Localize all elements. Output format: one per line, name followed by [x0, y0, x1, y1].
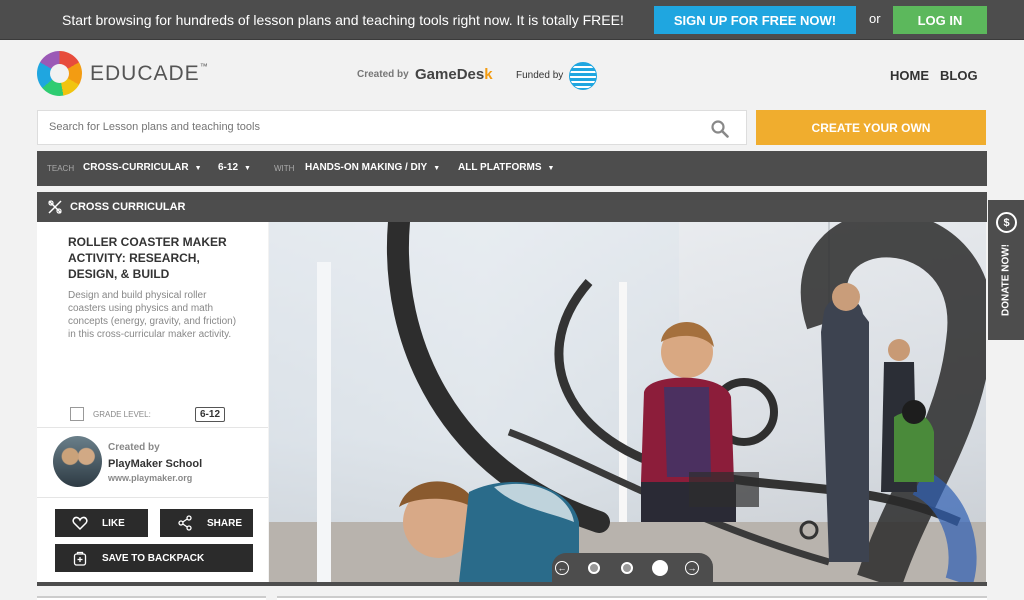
- filter-bar: TEACH CROSS-CURRICULAR ▼ 6-12 ▼ WITH HANDS…: [37, 151, 987, 186]
- promo-text: Start browsing for hundreds of lesson pl…: [62, 12, 624, 28]
- roller-coaster-illustration: [269, 222, 986, 582]
- next-row-card-left: [37, 596, 266, 600]
- created-by-label: Created by: [108, 442, 160, 453]
- teach-label: TEACH: [47, 164, 75, 173]
- att-globe-icon[interactable]: [569, 62, 597, 90]
- caret-down-icon: ▼: [547, 165, 555, 172]
- subject-dropdown[interactable]: CROSS-CURRICULAR ▼: [83, 162, 202, 173]
- carousel-nav: ← →: [552, 553, 713, 583]
- donate-icon: $: [996, 212, 1017, 233]
- search-input[interactable]: [49, 121, 689, 133]
- hero-image[interactable]: [269, 222, 986, 582]
- share-icon: [178, 515, 192, 531]
- divider: [37, 497, 268, 498]
- nav-home-link[interactable]: HOME: [890, 68, 929, 83]
- creator-avatar[interactable]: [53, 436, 102, 487]
- category-title: CROSS CURRICULAR: [70, 201, 186, 213]
- caret-down-icon: ▼: [244, 165, 251, 172]
- login-button[interactable]: LOG IN: [893, 6, 987, 34]
- heart-icon: [72, 516, 88, 531]
- hero-bottom-strip: [37, 582, 987, 586]
- carousel-dot-1[interactable]: [588, 562, 600, 574]
- donate-tab[interactable]: $ DONATE NOW!: [988, 200, 1024, 340]
- divider: [37, 427, 268, 428]
- grade-dropdown[interactable]: 6-12 ▼: [218, 162, 251, 173]
- nav-blog-link[interactable]: BLOG: [940, 68, 978, 83]
- creator-name[interactable]: PlayMaker School: [108, 458, 202, 470]
- caret-down-icon: ▼: [194, 165, 202, 172]
- lesson-card: ROLLER COASTER MAKER ACTIVITY: RESEARCH,…: [37, 222, 268, 582]
- grade-level-label: GRADE LEVEL:: [93, 410, 151, 419]
- search-icon[interactable]: [711, 120, 729, 138]
- backpack-icon: [73, 551, 87, 566]
- next-row-card-right: [277, 596, 987, 600]
- like-button[interactable]: LIKE: [55, 509, 148, 537]
- create-your-own-button[interactable]: CREATE YOUR OWN: [756, 110, 986, 145]
- donate-label: DONATE NOW!: [1000, 243, 1012, 317]
- share-button[interactable]: SHARE: [160, 509, 253, 537]
- creator-url[interactable]: www.playmaker.org: [108, 473, 192, 483]
- promo-bar: Start browsing for hundreds of lesson pl…: [0, 0, 1024, 40]
- promo-or-text: or: [869, 11, 881, 26]
- carousel-dot-2[interactable]: [621, 562, 633, 574]
- funded-by-label: Funded by: [516, 70, 564, 81]
- educade-logo-icon[interactable]: [37, 51, 82, 96]
- save-to-backpack-button[interactable]: SAVE TO BACKPACK: [55, 544, 253, 572]
- method-dropdown[interactable]: HANDS-ON MAKING / DIY ▼: [305, 162, 440, 173]
- carousel-dot-3-active[interactable]: [652, 560, 668, 576]
- signup-button[interactable]: SIGN UP FOR FREE NOW!: [654, 6, 856, 34]
- with-label: WITH: [274, 164, 295, 173]
- logo-text[interactable]: EDUCADE™: [90, 62, 209, 86]
- share-label: SHARE: [207, 517, 243, 529]
- created-by-label: Created by: [357, 69, 409, 80]
- category-bar: CROSS CURRICULAR: [37, 192, 987, 222]
- lesson-description: Design and build physical roller coaster…: [68, 290, 237, 340]
- caret-down-icon: ▼: [433, 165, 441, 172]
- grade-level-badge: 6-12: [195, 407, 225, 422]
- cross-curricular-icon: [48, 200, 62, 214]
- platform-dropdown[interactable]: ALL PLATFORMS ▼: [458, 162, 554, 173]
- gamedesk-logo[interactable]: GameDesk: [415, 66, 493, 83]
- search-box: [37, 110, 747, 145]
- arrow-left-icon[interactable]: ←: [555, 561, 569, 575]
- like-label: LIKE: [102, 517, 125, 529]
- arrow-right-icon[interactable]: →: [685, 561, 699, 575]
- backpack-label: SAVE TO BACKPACK: [102, 552, 205, 564]
- grade-icon: [70, 407, 84, 421]
- lesson-title[interactable]: ROLLER COASTER MAKER ACTIVITY: RESEARCH,…: [68, 234, 238, 282]
